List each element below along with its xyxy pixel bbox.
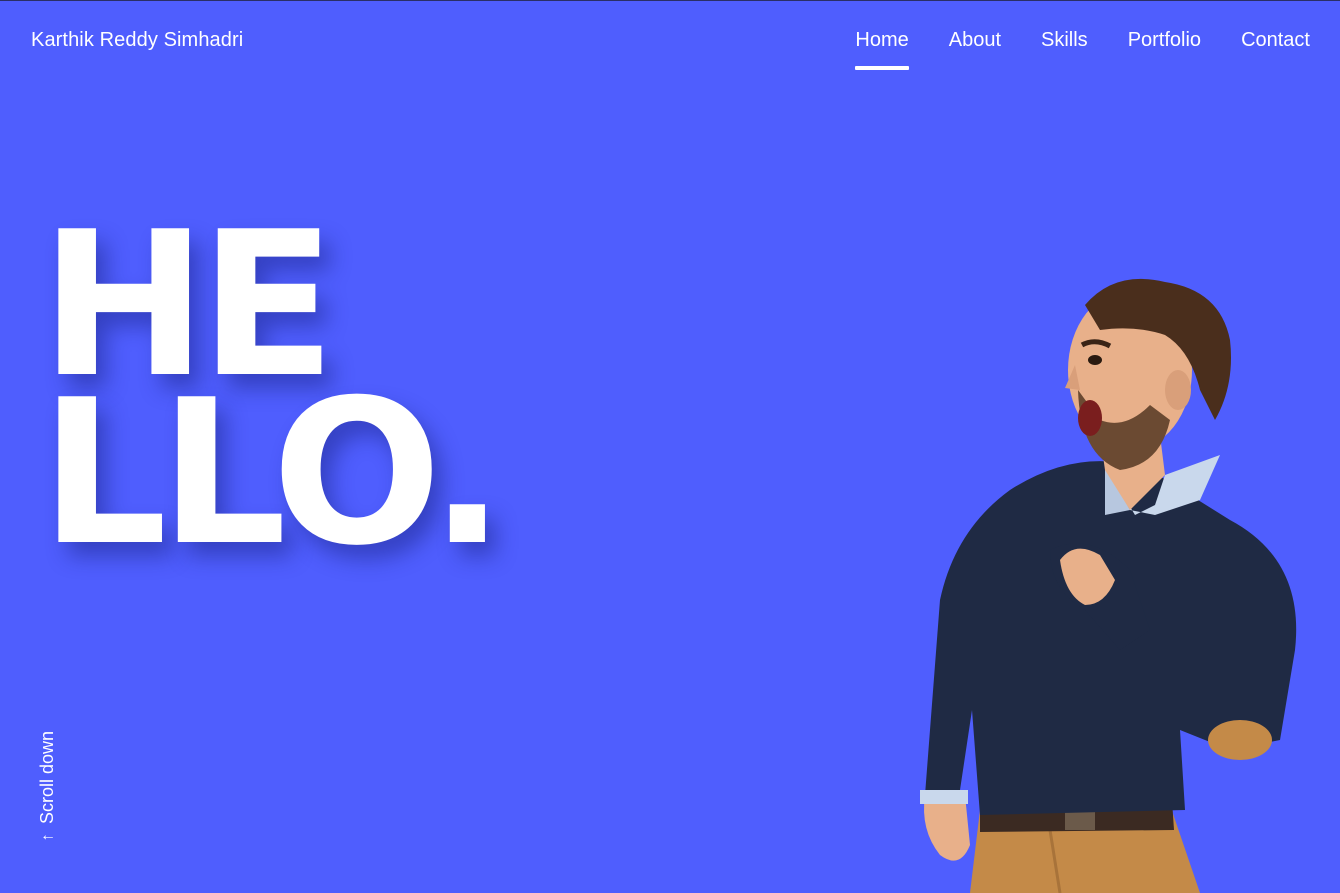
nav-skills[interactable]: Skills xyxy=(1041,29,1088,70)
scroll-down-label: Scroll down xyxy=(37,730,58,824)
hero-heading: HE LLO. xyxy=(40,206,505,590)
surprised-man-photo xyxy=(920,278,1297,893)
nav-portfolio[interactable]: Portfolio xyxy=(1128,29,1201,70)
hero-line-2: LLO. xyxy=(40,357,505,590)
arrow-down-icon: ← xyxy=(40,826,57,844)
top-border xyxy=(0,0,1340,1)
scroll-down-link[interactable]: ← Scroll down xyxy=(36,717,60,857)
main-nav: Home About Skills Portfolio Contact xyxy=(855,29,1310,70)
nav-home[interactable]: Home xyxy=(855,29,910,70)
nav-about[interactable]: About xyxy=(949,29,1001,70)
brand-name[interactable]: Karthik Reddy Simhadri xyxy=(31,29,243,52)
nav-contact[interactable]: Contact xyxy=(1241,29,1310,70)
